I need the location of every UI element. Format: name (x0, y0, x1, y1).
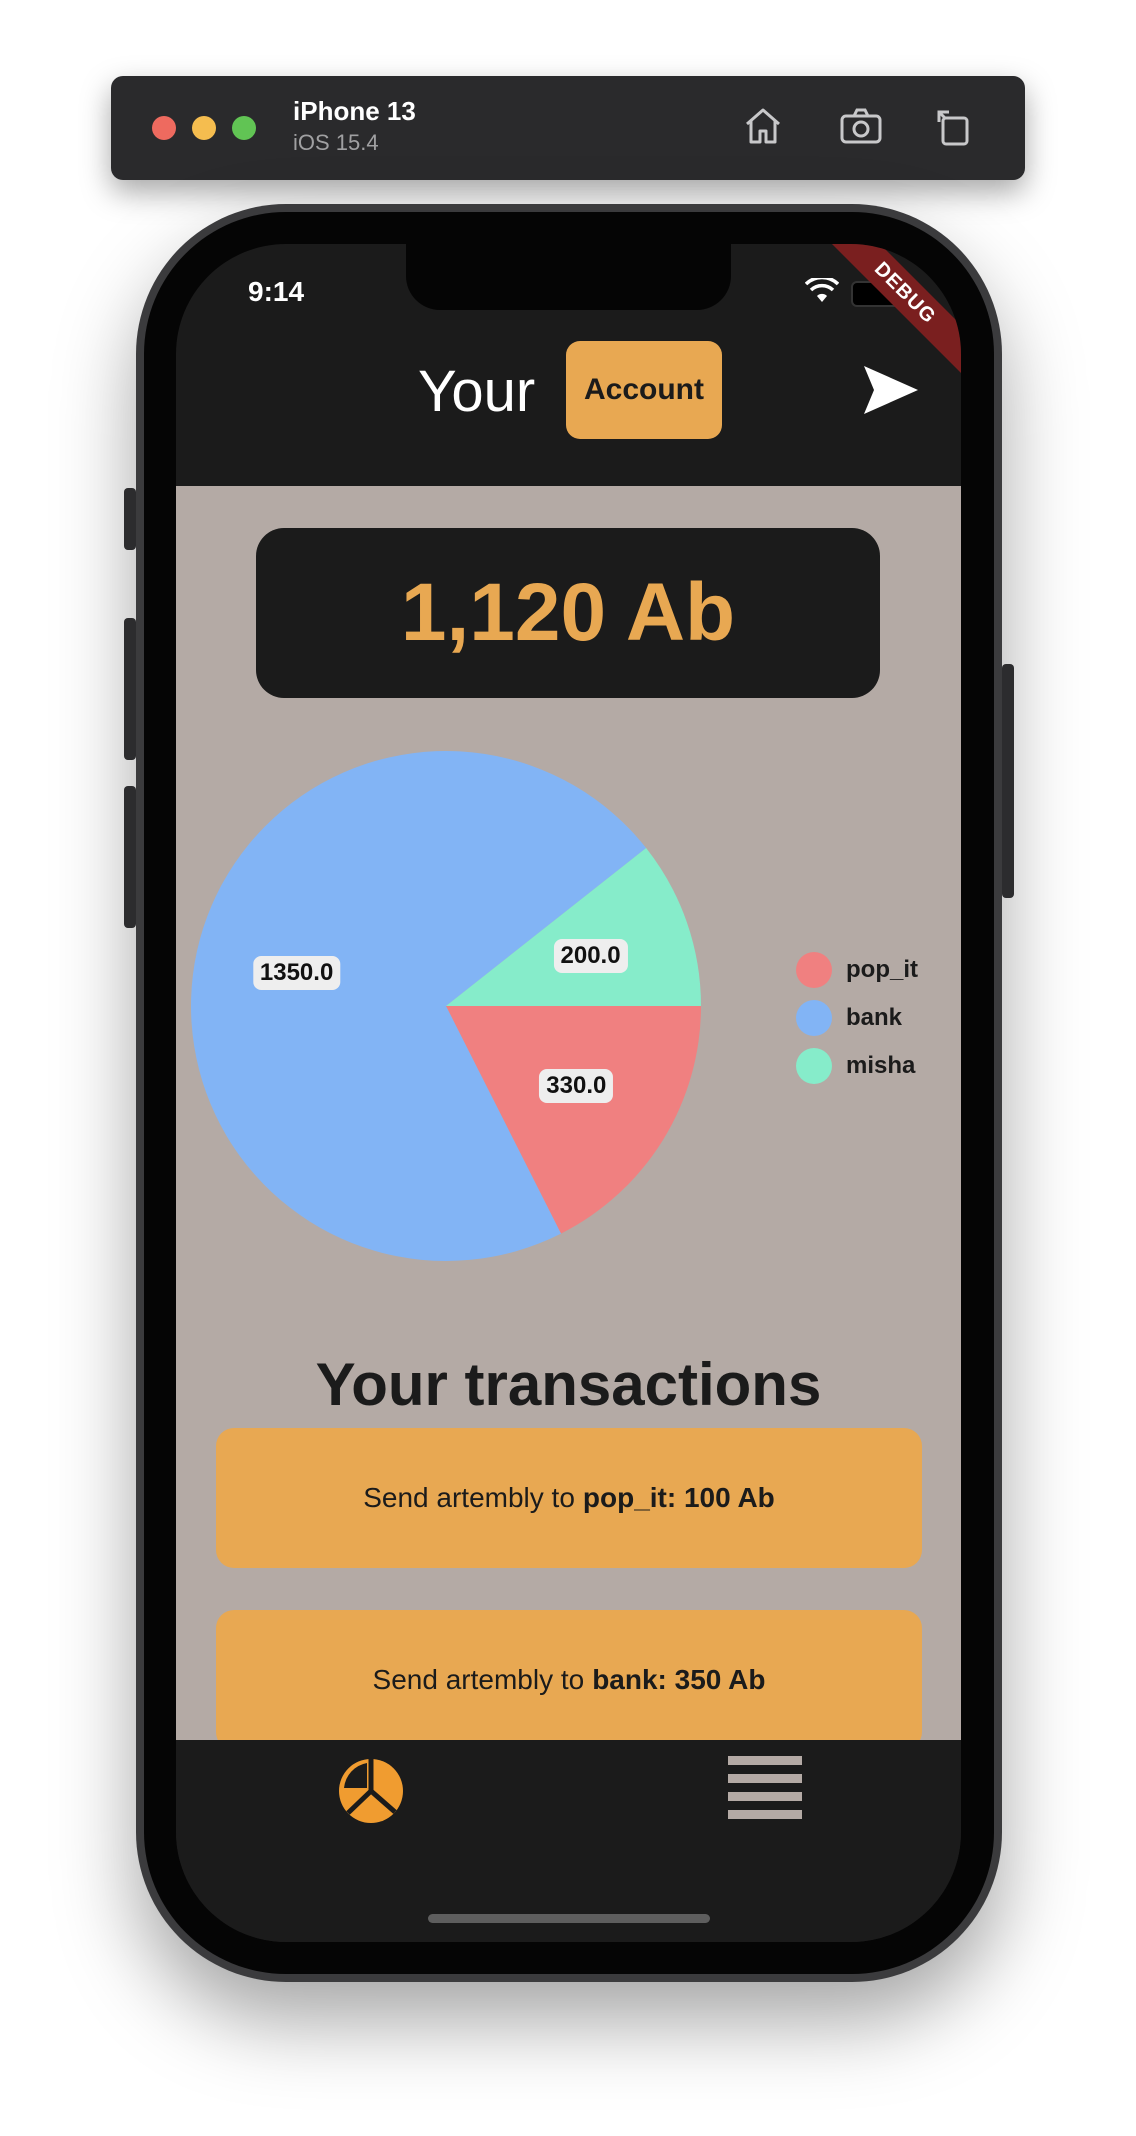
pie-chart: 330.0 1350.0 200.0 pop_itbank misha (176, 746, 961, 1266)
mute-switch (124, 488, 136, 550)
device-name: iPhone 13 (293, 96, 416, 126)
phone-screen: 9:14 DEBUG Your Account 1,120 Ab 330.0 13… (176, 244, 961, 1942)
legend-label: pop_it (846, 956, 918, 983)
bottom-nav (176, 1740, 961, 1942)
legend-item-pop_it: pop_it (796, 946, 918, 994)
list-icon[interactable] (728, 1754, 802, 1828)
data-label-bank: 1350.0 (252, 956, 341, 991)
transaction-prefix: Send artembly to (363, 1482, 575, 1513)
pie-chart-icon[interactable] (338, 1758, 404, 1824)
transaction-detail: bank: 350 Ab (592, 1664, 766, 1695)
page-title: Your (418, 359, 536, 424)
send-icon[interactable] (862, 364, 920, 416)
legend-label: misha (846, 1052, 916, 1079)
simulator-toolbar: iPhone 13 iOS 15.4 (111, 76, 1025, 180)
minimize-window-button[interactable] (192, 116, 216, 140)
legend-label: bank (846, 1004, 903, 1031)
main-content: 1,120 Ab 330.0 1350.0 200.0 pop_itbank mish… (176, 486, 961, 1750)
power-button (1002, 664, 1014, 898)
notch (406, 244, 731, 310)
app-bar: Your Account (176, 340, 961, 486)
chart-legend: pop_itbank misha (796, 946, 918, 1090)
transaction-card[interactable]: Send artembly to pop_it: 100 Ab (216, 1428, 922, 1568)
legend-swatch (796, 952, 832, 988)
legend-item-bank: bank (796, 994, 918, 1042)
wifi-icon (804, 275, 840, 309)
pie-chart-svg (191, 751, 701, 1261)
transaction-detail: pop_it: 100 Ab (582, 1482, 775, 1513)
transaction-prefix: Send artembly to (372, 1664, 585, 1695)
zoom-window-button[interactable] (232, 116, 256, 140)
legend-swatch (796, 1048, 832, 1084)
account-button[interactable]: Account (566, 341, 722, 439)
home-indicator (428, 1914, 710, 1923)
data-label-pop_it: 330.0 (539, 1069, 614, 1104)
screenshot-icon[interactable] (837, 102, 885, 150)
balance-card: 1,120 Ab (256, 528, 880, 698)
close-window-button[interactable] (152, 116, 176, 140)
transactions-title: Your transactions (315, 1351, 822, 1418)
os-version: iOS 15.4 (293, 130, 379, 155)
rotate-icon[interactable] (929, 102, 977, 150)
transaction-card[interactable]: Send artembly to bank: 350 Ab (216, 1610, 922, 1750)
legend-swatch (796, 1000, 832, 1036)
legend-item-misha: misha (796, 1042, 918, 1090)
volume-up-button (124, 618, 136, 760)
volume-down-button (124, 786, 136, 928)
status-time: 9:14 (248, 276, 305, 307)
home-icon[interactable] (739, 102, 787, 150)
data-label-misha: 200.0 (553, 938, 628, 973)
